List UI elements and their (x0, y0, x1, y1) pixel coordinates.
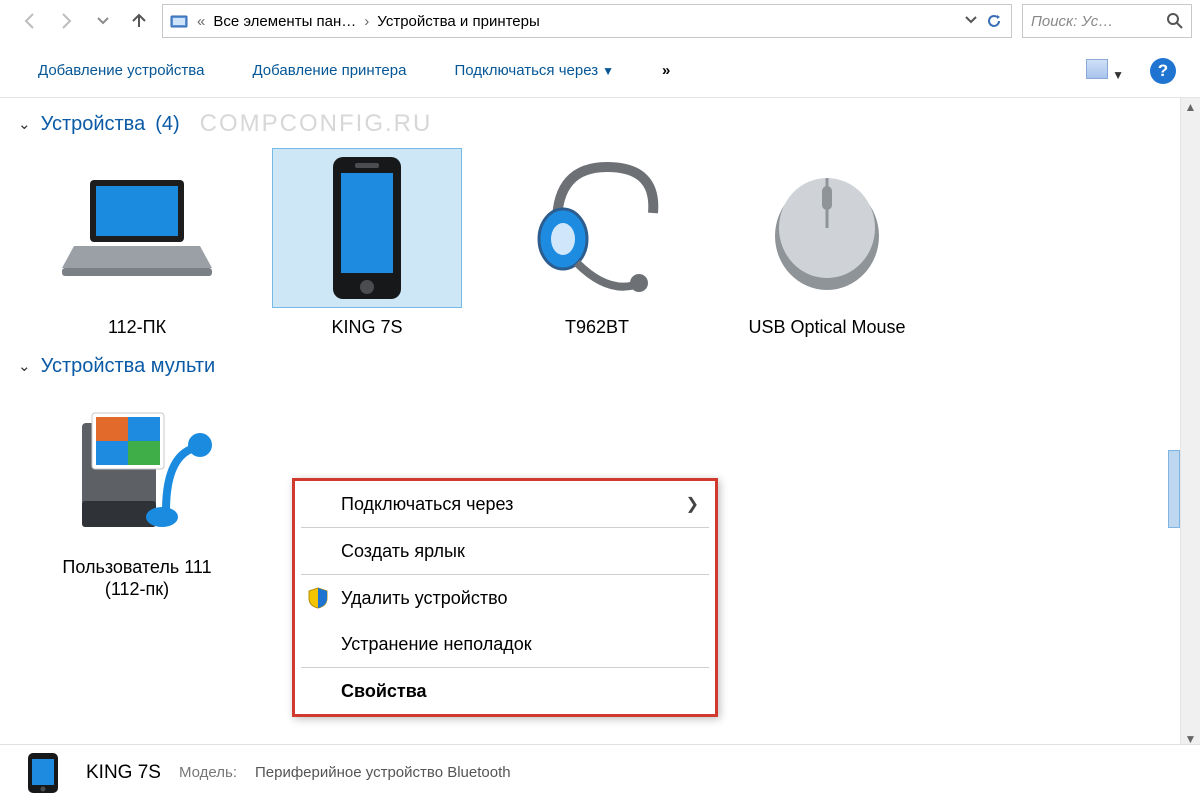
connect-via-label: Подключаться через (454, 62, 598, 79)
device-item-media-server[interactable]: Пользователь 111 (112-пк) (42, 388, 232, 601)
breadcrumb-sep: « (195, 13, 207, 30)
collapse-chevron-icon: ⌄ (18, 115, 31, 133)
bluetooth-headset-icon (502, 148, 692, 308)
laptop-icon (42, 148, 232, 308)
ctx-create-shortcut[interactable]: Создать ярлык (295, 528, 715, 574)
search-input[interactable]: Поиск: Ус… (1022, 4, 1192, 38)
group-count: (4) (155, 113, 179, 136)
device-label: T962BT (502, 316, 692, 339)
search-placeholder: Поиск: Ус… (1031, 13, 1161, 30)
device-label: 112-ПК (42, 316, 232, 339)
arrow-left-icon (21, 11, 41, 31)
details-device-name: KING 7S (86, 762, 161, 784)
refresh-icon (987, 14, 1001, 28)
details-model-value: Периферийное устройство Bluetooth (255, 764, 511, 781)
collapse-chevron-icon: ⌄ (18, 357, 31, 375)
arrow-up-icon (129, 11, 149, 31)
address-bar-row: « Все элементы пан… › Устройства и принт… (0, 0, 1200, 44)
help-button[interactable]: ? (1150, 58, 1176, 84)
thumbnails-icon (1086, 59, 1108, 79)
device-label: Пользователь 111 (112-пк) (42, 556, 232, 601)
watermark-text: COMPCONFIG.RU (200, 110, 433, 138)
device-item-pc[interactable]: 112-ПК (42, 148, 232, 339)
toolbar-overflow-button[interactable]: » (662, 62, 672, 79)
ctx-item-label: Устранение неполадок (341, 634, 532, 655)
scroll-up-arrow-icon[interactable]: ▲ (1185, 100, 1197, 120)
nav-history-dropdown[interactable] (90, 8, 116, 34)
breadcrumb-current[interactable]: Устройства и принтеры (377, 13, 539, 30)
context-menu: Подключаться через ❯ Создать ярлык Удали… (292, 478, 718, 717)
submenu-arrow-icon: ❯ (686, 494, 699, 514)
ctx-properties[interactable]: Свойства (295, 668, 715, 714)
group-header-devices[interactable]: ⌄ Устройства (4) COMPCONFIG.RU (18, 110, 1162, 138)
nav-forward-button[interactable] (54, 8, 80, 34)
media-server-icon (42, 388, 232, 548)
details-device-thumbnail (18, 751, 68, 795)
device-label: USB Optical Mouse (732, 316, 922, 339)
ctx-remove-device[interactable]: Удалить устройство (295, 575, 715, 621)
smartphone-icon (26, 751, 60, 795)
search-icon (1167, 13, 1183, 29)
ctx-item-label: Удалить устройство (341, 588, 507, 609)
command-toolbar: Добавление устройства Добавление принтер… (0, 44, 1200, 98)
mouse-icon (732, 148, 922, 308)
chevron-down-icon (965, 14, 977, 26)
details-pane: KING 7S Модель: Периферийное устройство … (0, 744, 1200, 800)
device-item-phone[interactable]: KING 7S (272, 148, 462, 339)
device-item-mouse[interactable]: USB Optical Mouse (732, 148, 922, 339)
group-title: Устройства мульти (41, 355, 216, 378)
device-list-pane: ⌄ Устройства (4) COMPCONFIG.RU 112-ПК KI… (0, 98, 1180, 754)
nav-back-button[interactable] (18, 8, 44, 34)
group-header-multimedia[interactable]: ⌄ Устройства мульти (18, 355, 1162, 378)
ctx-troubleshoot[interactable]: Устранение неполадок (295, 621, 715, 667)
arrow-right-icon (57, 11, 77, 31)
list-selection-marker (1168, 450, 1180, 528)
ctx-connect-via[interactable]: Подключаться через ❯ (295, 481, 715, 527)
view-options-button[interactable]: ▼ (1086, 59, 1124, 83)
uac-shield-icon (307, 587, 329, 609)
ctx-item-label: Создать ярлык (341, 541, 465, 562)
ctx-item-label: Подключаться через (341, 494, 513, 515)
details-model-label: Модель: (179, 764, 237, 781)
connect-via-dropdown[interactable]: Подключаться через▼ (454, 62, 614, 79)
vertical-scrollbar[interactable]: ▲ ▼ (1180, 98, 1200, 754)
address-dropdown-button[interactable] (961, 14, 981, 28)
nav-up-button[interactable] (126, 8, 152, 34)
breadcrumb-root[interactable]: Все элементы пан… (213, 13, 356, 30)
add-printer-button[interactable]: Добавление принтера (252, 62, 406, 79)
breadcrumb-bar[interactable]: « Все элементы пан… › Устройства и принт… (162, 4, 1012, 38)
add-device-button[interactable]: Добавление устройства (38, 62, 204, 79)
device-row: 112-ПК KING 7S T962BT USB (42, 148, 1162, 339)
group-title: Устройства (41, 113, 146, 136)
breadcrumb-chevron-icon[interactable]: › (362, 13, 371, 30)
ctx-item-label: Свойства (341, 681, 427, 702)
control-panel-icon (169, 11, 189, 31)
smartphone-icon (272, 148, 462, 308)
content-area: ⌄ Устройства (4) COMPCONFIG.RU 112-ПК KI… (0, 98, 1200, 754)
device-item-headset[interactable]: T962BT (502, 148, 692, 339)
address-refresh-button[interactable] (983, 14, 1005, 28)
chevron-down-icon (97, 15, 109, 27)
device-label: KING 7S (272, 316, 462, 339)
